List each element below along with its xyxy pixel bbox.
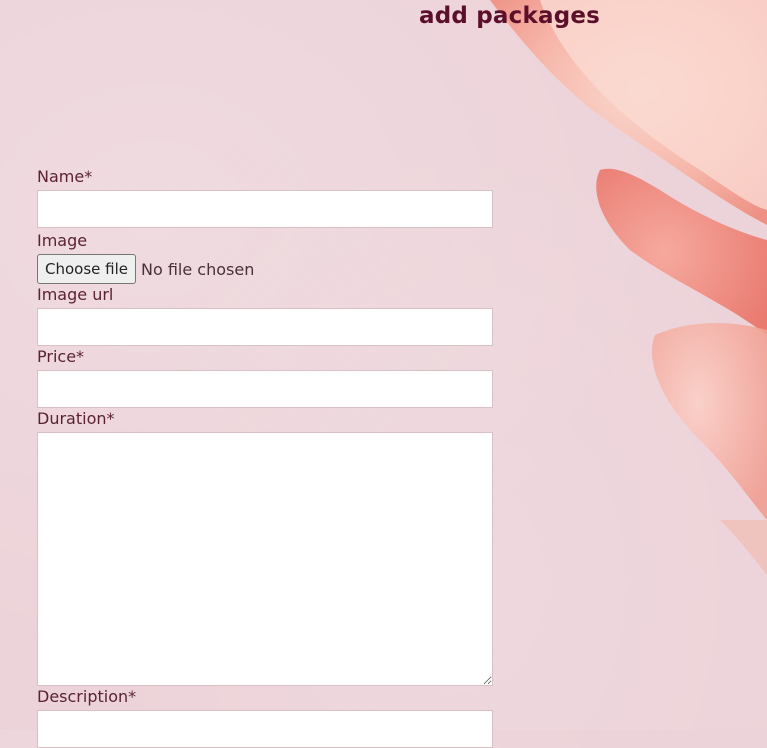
image-label: Image [37, 231, 88, 250]
duration-label: Duration* [37, 409, 115, 428]
description-label: Description* [37, 687, 137, 706]
add-package-form: Name* Image Choose file No file chosen I… [37, 166, 493, 748]
duration-textarea[interactable] [37, 432, 493, 686]
price-label: Price* [37, 347, 85, 366]
file-status-text: No file chosen [141, 259, 255, 279]
price-input[interactable] [37, 370, 493, 408]
page-title: add packages [419, 3, 601, 29]
choose-file-button[interactable]: Choose file [37, 254, 136, 284]
name-input[interactable] [37, 190, 493, 228]
image-url-label: Image url [37, 285, 114, 304]
name-label: Name* [37, 167, 93, 186]
image-url-input[interactable] [37, 308, 493, 346]
description-input[interactable] [37, 710, 493, 748]
image-file-picker: Choose file No file chosen [37, 254, 493, 284]
